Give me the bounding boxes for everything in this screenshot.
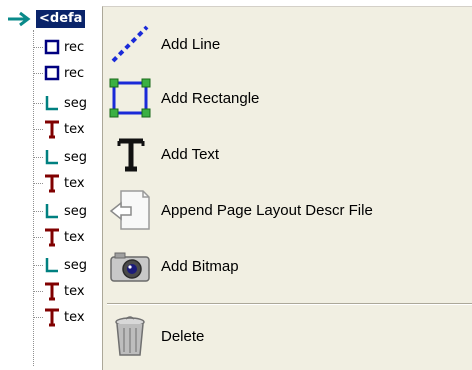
menu-item-delete[interactable]: Delete [103,309,472,363]
menu-item-label: Add Rectangle [161,89,260,107]
tree-row-label: seg [64,149,88,165]
context-menu: Add Line Add Rectangle Add Text Append P… [102,6,472,370]
tree-row-label: tex [64,229,85,245]
tree-row[interactable]: seg [33,198,87,224]
menu-item-label: Add Bitmap [161,257,239,275]
rectangle-icon [105,74,155,122]
rect-icon [43,63,61,83]
tree-row-label: rec [64,65,85,81]
tree-row[interactable]: seg [33,90,87,116]
tree-row[interactable]: seg [33,252,87,278]
segment-icon [43,147,61,167]
menu-item-label: Delete [161,327,205,345]
text-icon [105,130,155,178]
segment-icon [43,201,61,221]
rect-icon [43,37,61,57]
tree-row-label: tex [64,283,85,299]
tree-row[interactable]: tex [33,304,85,330]
trash-icon [105,312,155,360]
tree-row[interactable]: rec [33,34,84,60]
tree-row-label: seg [64,203,88,219]
menu-item-label: Append Page Layout Descr File [161,201,373,219]
tree-row[interactable]: tex [33,170,85,196]
text-icon [43,307,61,327]
segment-icon [43,93,61,113]
menu-item-add-rectangle[interactable]: Add Rectangle [103,71,472,125]
file-append-icon [105,186,155,234]
tree-row[interactable]: tex [33,278,85,304]
menu-item-add-bitmap[interactable]: Add Bitmap [103,239,472,293]
menu-item-append-page-layout[interactable]: Append Page Layout Descr File [103,183,472,237]
tree-row-label: tex [64,309,85,325]
tree-row-label: seg [64,257,88,273]
tree-row[interactable]: rec [33,60,84,86]
menu-item-label: Add Text [161,145,220,163]
menu-separator [107,303,472,305]
text-icon [43,227,61,247]
tree-row-label: tex [64,175,85,191]
tree-root-label: <defa [36,10,86,28]
text-icon [43,173,61,193]
segment-icon [43,255,61,275]
tree-row[interactable]: seg [33,144,87,170]
menu-item-label: Add Line [161,35,221,53]
tree-root-node[interactable]: <defa [6,8,86,30]
tree-row-label: tex [64,121,85,137]
menu-item-add-line[interactable]: Add Line [103,17,472,71]
menu-item-add-text[interactable]: Add Text [103,127,472,181]
text-icon [43,119,61,139]
tree-row-label: rec [64,39,85,55]
camera-icon [105,242,155,290]
tree-row-label: seg [64,95,88,111]
arrow-right-icon [8,11,31,27]
text-icon [43,281,61,301]
line-icon [105,20,155,68]
tree-row[interactable]: tex [33,116,85,142]
tree-row[interactable]: tex [33,224,85,250]
